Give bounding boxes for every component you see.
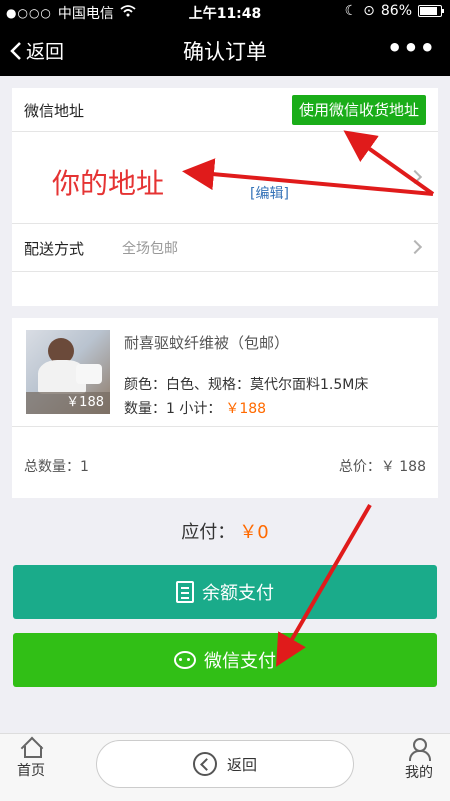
- shipping-value: 全场包邮: [122, 241, 178, 257]
- address-text: 你的地址: [52, 167, 165, 200]
- tab-home-label: 首页: [17, 763, 45, 779]
- wechat-pay-button[interactable]: 微信支付: [13, 633, 437, 687]
- edit-address-link[interactable]: [编辑]: [250, 183, 289, 203]
- product-spec: 颜色：白色、规格：莫代尔面料1.5M床: [124, 377, 369, 393]
- circle-back-icon: [192, 752, 217, 776]
- product-quantity: 数量：1 小计： ￥188: [124, 398, 266, 418]
- chevron-right-icon: [407, 169, 423, 185]
- use-wechat-address-button[interactable]: 使用微信收货地址: [291, 95, 426, 125]
- rotation-lock-icon: ⊙: [363, 3, 375, 19]
- product-image[interactable]: ￥188: [26, 330, 110, 414]
- balance-pay-button[interactable]: 余额支付: [13, 565, 437, 619]
- amount-due-value: ￥0: [239, 522, 269, 543]
- address-card: 微信地址 使用微信收货地址 你的地址 [编辑] 配送方式 全场包邮: [12, 88, 438, 306]
- battery-icon: [418, 5, 444, 17]
- wechat-address-row: 微信地址 使用微信收货地址: [12, 88, 438, 132]
- amount-due-label: 应付：: [181, 522, 236, 543]
- home-icon: [20, 738, 42, 758]
- total-quantity: 总数量：1: [24, 459, 89, 475]
- product-name: 耐喜驱蚊纤维被（包邮）: [124, 334, 290, 352]
- battery-percent: 86%: [380, 3, 412, 19]
- document-icon: [176, 581, 194, 603]
- status-bar: ●○○○ 中国电信 上午11:48 ☾ ⊙ 86%: [0, 0, 450, 24]
- wechat-pay-label: 微信支付: [204, 651, 276, 672]
- product-card: ￥188 耐喜驱蚊纤维被（包邮） 颜色：白色、规格：莫代尔面料1.5M床 数量：…: [12, 318, 438, 498]
- bottom-back-label: 返回: [226, 755, 257, 774]
- bottom-back-button[interactable]: 返回: [96, 740, 354, 788]
- shipping-row[interactable]: 配送方式 全场包邮: [12, 224, 438, 272]
- shipping-label: 配送方式: [24, 240, 85, 258]
- more-button[interactable]: •••: [387, 34, 436, 62]
- page-title: 确认订单: [183, 40, 267, 64]
- address-row[interactable]: 你的地址 [编辑]: [12, 132, 438, 224]
- bottom-bar: 首页 返回 我的: [0, 733, 450, 801]
- remark-row[interactable]: [12, 272, 438, 306]
- product-image-price: ￥188: [26, 392, 110, 414]
- chat-bubble-icon: [174, 651, 196, 669]
- balance-pay-label: 余额支付: [202, 583, 274, 604]
- user-icon: [408, 738, 431, 761]
- tab-mine-label: 我的: [405, 765, 433, 781]
- quantity-label: 数量：1 小计：: [124, 401, 222, 417]
- total-price: 总价：￥ 188: [338, 459, 426, 475]
- subtotal-value: ￥188: [225, 401, 267, 417]
- tab-home[interactable]: 首页: [6, 738, 56, 780]
- nav-bar: 返回 确认订单 •••: [0, 24, 450, 76]
- amount-due: 应付： ￥0: [0, 518, 450, 544]
- wechat-address-label: 微信地址: [24, 102, 85, 120]
- moon-icon: ☾: [344, 3, 358, 19]
- chevron-right-icon: [407, 239, 423, 255]
- tab-mine[interactable]: 我的: [394, 738, 444, 782]
- divider: [12, 426, 438, 427]
